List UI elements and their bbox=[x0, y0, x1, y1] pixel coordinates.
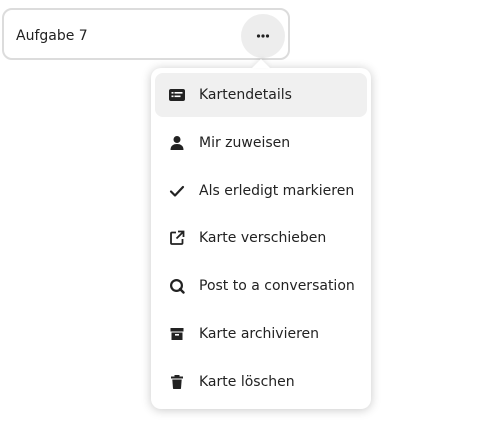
task-card[interactable]: Aufgabe 7 bbox=[2, 8, 290, 60]
menu-item-label: Mir zuweisen bbox=[199, 134, 291, 151]
menu-item-label: Karte verschieben bbox=[199, 230, 327, 247]
menu-item-label: Kartendetails bbox=[199, 87, 292, 103]
user-icon bbox=[155, 121, 199, 165]
menu-item-assign-to-me[interactable]: Mir zuweisen bbox=[155, 121, 367, 165]
talk-icon bbox=[155, 264, 199, 308]
menu-item-move-card[interactable]: Karte verschieben bbox=[155, 216, 367, 260]
card-actions-button[interactable] bbox=[241, 14, 285, 58]
more-horizontal-icon bbox=[256, 34, 270, 38]
menu-item-delete-card[interactable]: Karte löschen bbox=[155, 360, 367, 404]
menu-item-card-details[interactable]: Kartendetails bbox=[155, 73, 367, 117]
menu-item-label: Post to a conversation bbox=[199, 278, 355, 295]
menu-item-label: Karte löschen bbox=[199, 373, 295, 390]
menu-item-post-to-conversation[interactable]: Post to a conversation bbox=[155, 264, 367, 308]
menu-item-label: Als erledigt markieren bbox=[199, 182, 355, 199]
card-title: Aufgabe 7 bbox=[16, 28, 88, 44]
card-details-icon bbox=[155, 73, 199, 117]
open-in-new-icon bbox=[155, 216, 199, 260]
card-actions-menu: Kartendetails Mir zuweisen Als erledigt … bbox=[151, 68, 371, 409]
menu-item-archive-card[interactable]: Karte archivieren bbox=[155, 312, 367, 356]
menu-arrow bbox=[252, 59, 270, 68]
check-icon bbox=[155, 169, 199, 213]
menu-item-mark-done[interactable]: Als erledigt markieren bbox=[155, 169, 367, 213]
delete-icon bbox=[155, 360, 199, 404]
menu-item-label: Karte archivieren bbox=[199, 325, 320, 342]
archive-icon bbox=[155, 312, 199, 356]
